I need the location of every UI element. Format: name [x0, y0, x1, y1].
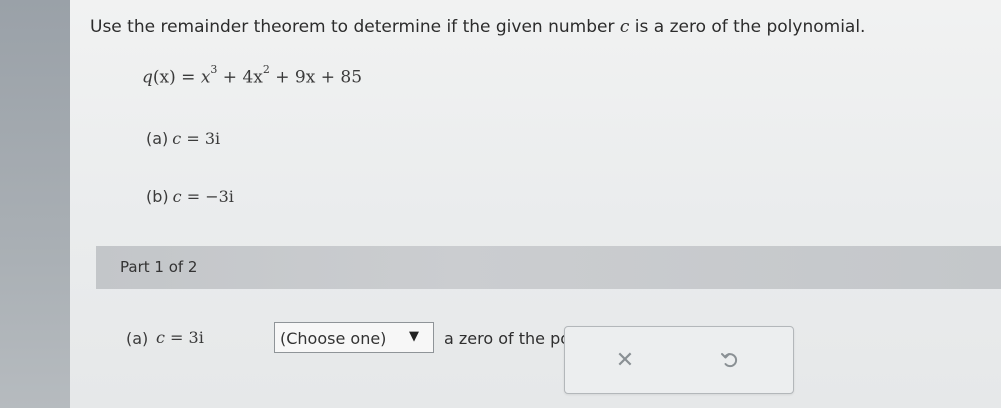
- part-b-label: (b): [146, 187, 169, 206]
- clear-answer-button[interactable]: ✕: [610, 345, 640, 375]
- answer-variable: c: [156, 328, 165, 347]
- poly-term-2: + 4x: [217, 67, 263, 88]
- undo-button[interactable]: [715, 345, 745, 375]
- poly-equals: =: [175, 67, 201, 88]
- question-instruction: Use the remainder theorem to determine i…: [90, 17, 865, 37]
- chevron-down-icon: ▼: [409, 329, 419, 344]
- poly-term-1-exponent: 3: [210, 63, 218, 76]
- instruction-suffix: is a zero of the polynomial.: [629, 17, 866, 37]
- answer-value: = 3i: [164, 328, 204, 347]
- dropdown-selected-value: (Choose one): [280, 329, 387, 348]
- instruction-variable: c: [619, 17, 630, 37]
- answer-actions-box: ✕: [564, 326, 794, 394]
- poly-term-1: x: [200, 67, 211, 88]
- part-progress-bar: Part 1 of 2: [96, 246, 1001, 289]
- part-b-value: = −3i: [181, 187, 234, 206]
- poly-function-name: q: [142, 67, 153, 88]
- part-a-variable: c: [172, 129, 182, 148]
- part-a-statement: (a) c = 3i: [146, 129, 220, 148]
- part-a-expression: c = 3i: [172, 129, 220, 148]
- poly-function-arg: (x): [152, 67, 176, 88]
- answer-expression: c = 3i: [156, 328, 204, 347]
- poly-term-2-exponent: 2: [262, 63, 270, 76]
- part-a-value: = 3i: [181, 129, 221, 148]
- polynomial-expression: q(x) = x3 + 4x2 + 9x + 85: [142, 63, 363, 88]
- is-is-not-dropdown[interactable]: (Choose one) ▼: [274, 322, 434, 353]
- left-panel-strip: [0, 0, 70, 408]
- part-progress-label: Part 1 of 2: [120, 258, 198, 276]
- part-a-label: (a): [146, 129, 169, 148]
- answer-part-label: (a): [126, 329, 149, 348]
- close-icon: ✕: [615, 347, 635, 373]
- instruction-prefix: Use the remainder theorem to determine i…: [90, 17, 620, 37]
- undo-icon: [721, 353, 738, 368]
- part-b-statement: (b) c = −3i: [146, 187, 234, 206]
- question-panel: Use the remainder theorem to determine i…: [70, 0, 1001, 408]
- part-b-variable: c: [172, 187, 182, 206]
- part-b-expression: c = −3i: [173, 187, 234, 206]
- poly-term-3: + 9x + 85: [269, 67, 363, 88]
